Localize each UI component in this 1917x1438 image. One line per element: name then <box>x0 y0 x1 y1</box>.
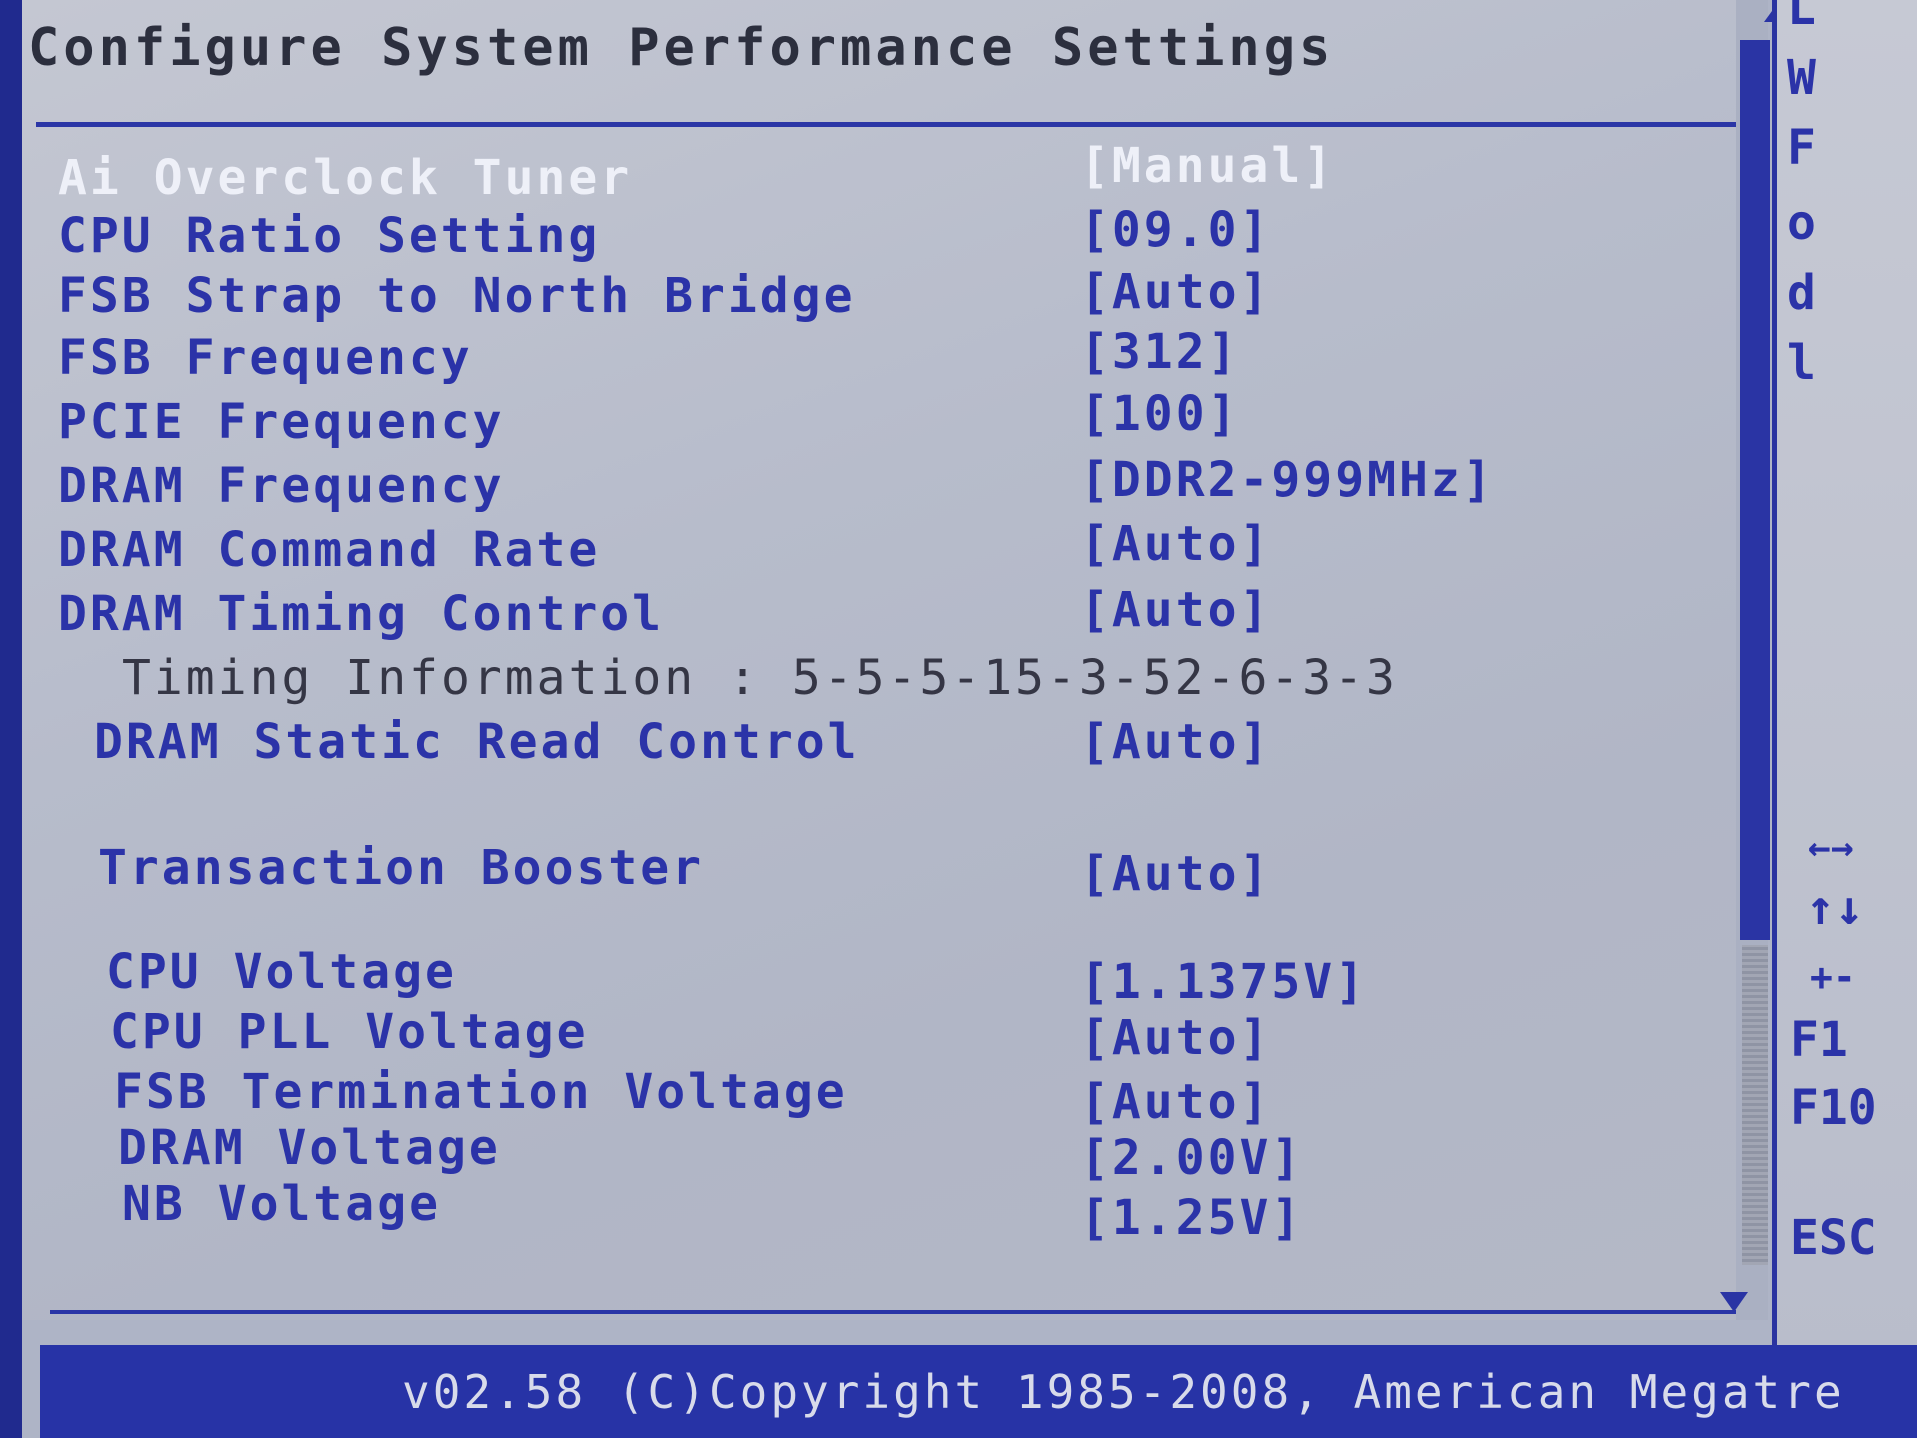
help-text-line: W <box>1787 50 1816 106</box>
help-text-line: d <box>1787 265 1816 321</box>
setting-label: CPU Voltage <box>106 944 457 1000</box>
setting-value[interactable]: [312] <box>1080 324 1240 380</box>
f10-key: F10 <box>1790 1080 1877 1136</box>
setting-value[interactable]: [DDR2-999MHz] <box>1080 452 1495 508</box>
setting-label: PCIE Frequency <box>58 394 505 450</box>
setting-value[interactable]: [2.00V] <box>1080 1130 1303 1186</box>
setting-value[interactable]: [Auto] <box>1080 582 1271 638</box>
help-text-line: F <box>1787 120 1816 176</box>
setting-value[interactable]: [100] <box>1080 386 1240 442</box>
setting-label: NB Voltage <box>122 1176 441 1232</box>
bottom-divider <box>50 1310 1750 1314</box>
timing-information: Timing Information : 5-5-5-15-3-52-6-3-3 <box>58 650 1688 710</box>
help-text-line: l <box>1787 335 1816 391</box>
select-item-key: ↑↓ <box>1806 880 1864 936</box>
settings-panel: Configure System Performance Settings Ai… <box>22 0 1762 1320</box>
left-border <box>0 0 22 1438</box>
help-panel: L W F o d l <box>1772 0 1917 1360</box>
setting-cpu-ratio[interactable]: CPU Ratio Setting [09.0] <box>58 202 1688 268</box>
setting-label: CPU Ratio Setting <box>58 208 601 264</box>
esc-key: ESC <box>1790 1210 1877 1266</box>
setting-transaction-booster[interactable]: Transaction Booster [Auto] <box>58 840 1688 902</box>
setting-dram-timing-control[interactable]: DRAM Timing Control [Auto] <box>58 582 1688 646</box>
setting-label: DRAM Static Read Control <box>94 714 860 770</box>
setting-label: FSB Strap to North Bridge <box>58 268 856 324</box>
setting-label: FSB Frequency <box>58 330 473 386</box>
setting-value[interactable]: [Auto] <box>1080 516 1271 572</box>
setting-label: DRAM Timing Control <box>58 586 665 642</box>
setting-label: DRAM Frequency <box>58 458 505 514</box>
help-text-line: L <box>1787 0 1816 36</box>
setting-dram-static-read[interactable]: DRAM Static Read Control [Auto] <box>58 714 1688 774</box>
setting-label: CPU PLL Voltage <box>110 1004 589 1060</box>
setting-label: Transaction Booster <box>98 840 705 896</box>
setting-label: DRAM Voltage <box>118 1120 501 1176</box>
setting-pcie-frequency[interactable]: PCIE Frequency [100] <box>58 386 1688 454</box>
setting-value[interactable]: [Auto] <box>1080 264 1271 320</box>
setting-label: Ai Overclock Tuner <box>58 150 633 206</box>
setting-value[interactable]: [Manual] <box>1080 138 1335 194</box>
scroll-down-arrow-icon[interactable] <box>1720 1292 1748 1312</box>
setting-value[interactable]: [Auto] <box>1080 714 1271 770</box>
setting-nb-voltage[interactable]: NB Voltage [1.25V] <box>58 1176 1688 1290</box>
f1-key: F1 <box>1790 1012 1848 1068</box>
setting-fsb-frequency[interactable]: FSB Frequency [312] <box>58 324 1688 390</box>
setting-ai-overclock-tuner[interactable]: Ai Overclock Tuner [Manual] <box>58 138 1688 210</box>
footer-bar: v02.58 (C)Copyright 1985-2008, American … <box>40 1345 1917 1438</box>
setting-value[interactable]: [09.0] <box>1080 202 1271 258</box>
scrollbar-remaining <box>1742 945 1768 1265</box>
help-text-line: o <box>1787 195 1816 251</box>
setting-label: DRAM Command Rate <box>58 522 601 578</box>
change-field-key: +- <box>1810 955 1856 999</box>
title-divider <box>36 122 1761 127</box>
timing-info-text: Timing Information : 5-5-5-15-3-52-6-3-3 <box>122 650 1398 706</box>
bios-screen: Configure System Performance Settings Ai… <box>0 0 1917 1438</box>
setting-label: FSB Termination Voltage <box>114 1064 848 1120</box>
copyright-text: v02.58 (C)Copyright 1985-2008, American … <box>402 1365 1845 1419</box>
setting-value[interactable]: [1.1375V] <box>1080 954 1367 1010</box>
setting-dram-command-rate[interactable]: DRAM Command Rate [Auto] <box>58 516 1688 582</box>
scrollbar-thumb[interactable] <box>1740 40 1770 940</box>
setting-fsb-strap[interactable]: FSB Strap to North Bridge [Auto] <box>58 264 1688 328</box>
setting-dram-frequency[interactable]: DRAM Frequency [DDR2-999MHz] <box>58 452 1688 518</box>
select-screen-key: ←→ <box>1808 825 1854 869</box>
setting-value[interactable]: [Auto] <box>1080 1010 1271 1066</box>
setting-value[interactable]: [1.25V] <box>1080 1190 1303 1246</box>
setting-value[interactable]: [Auto] <box>1080 846 1271 902</box>
setting-value[interactable]: [Auto] <box>1080 1074 1271 1130</box>
page-title: Configure System Performance Settings <box>28 18 1335 78</box>
